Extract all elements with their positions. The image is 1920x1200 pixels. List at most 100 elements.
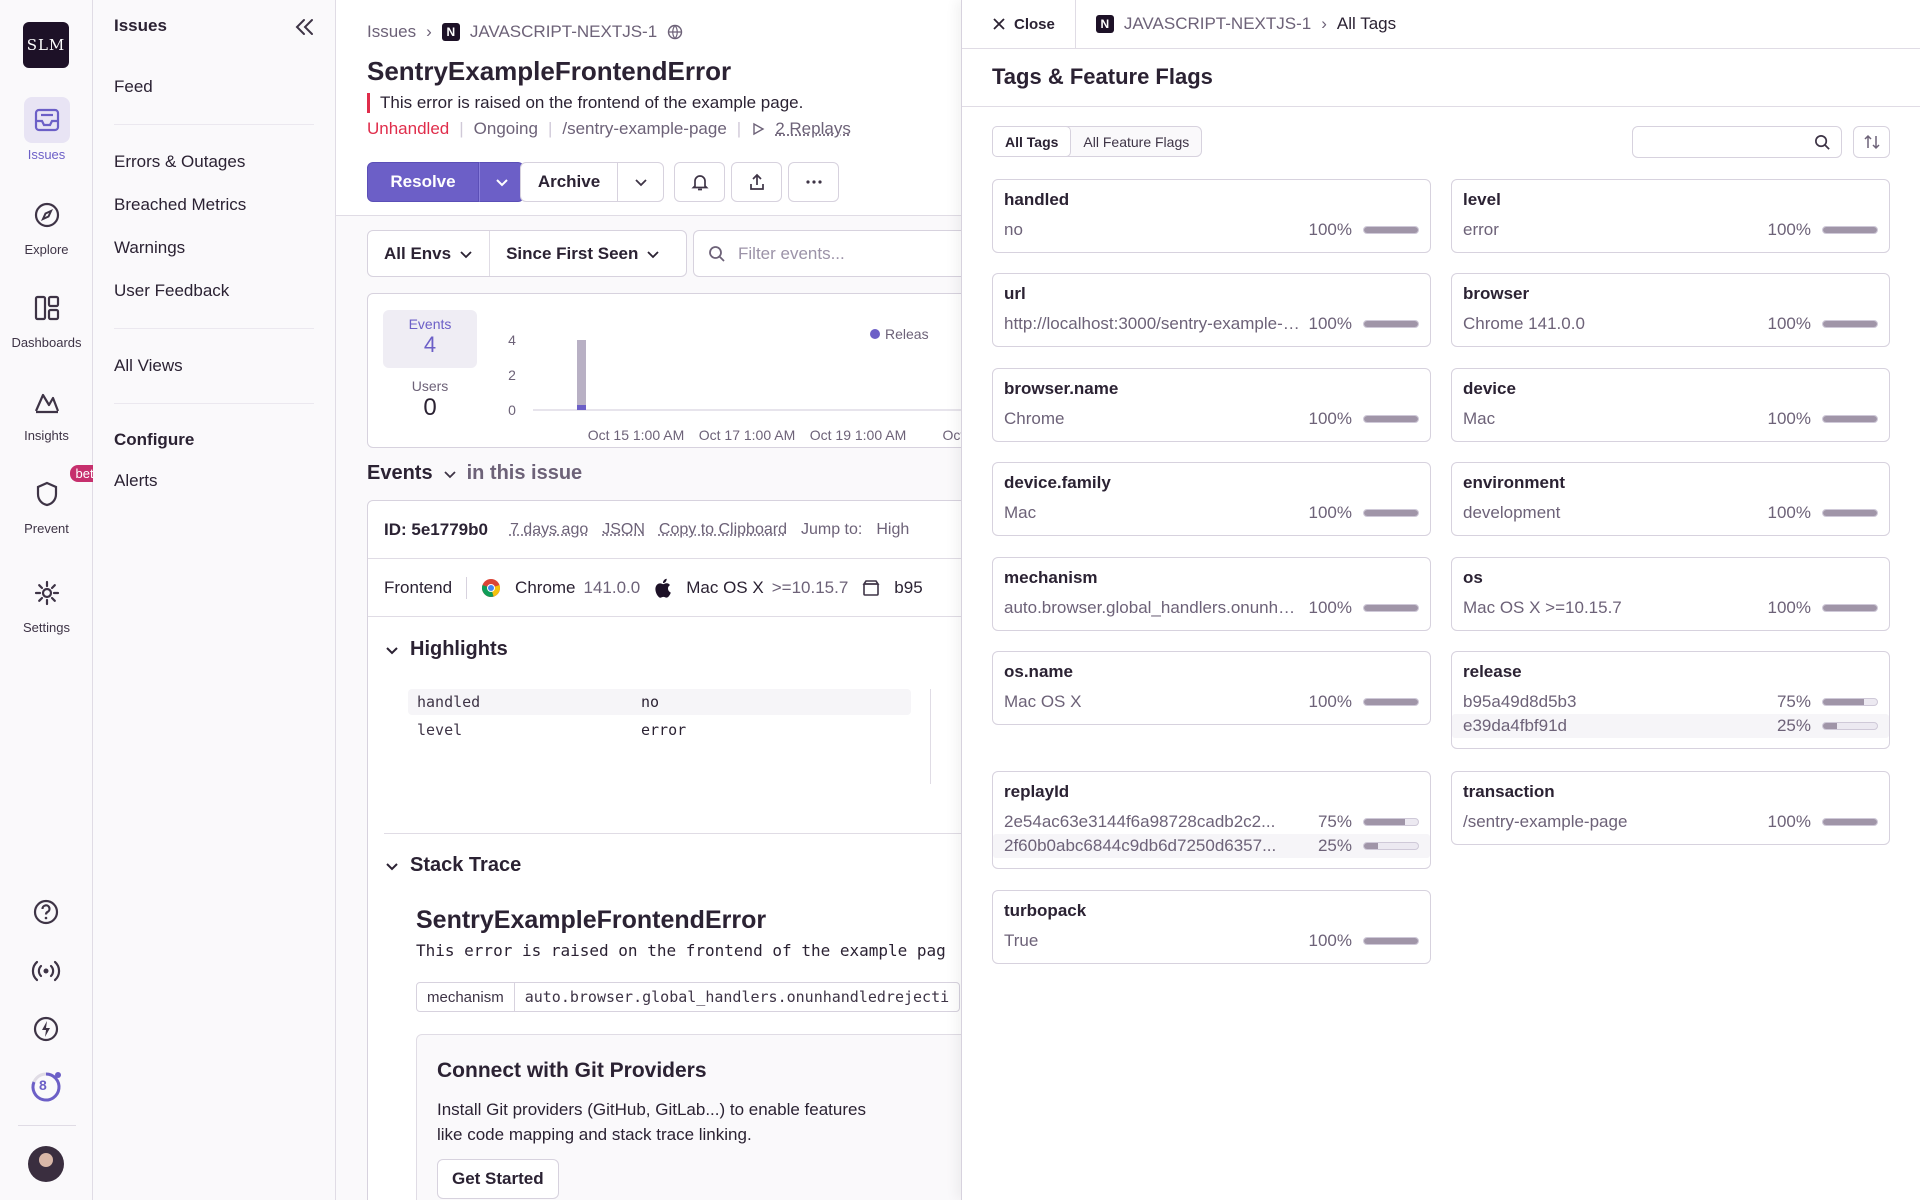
environment-selector[interactable]: All Envs	[368, 231, 489, 276]
share-button[interactable]	[731, 162, 782, 202]
stacktrace-section-toggle[interactable]: Stack Trace	[384, 854, 521, 877]
breadcrumb-project[interactable]: JAVASCRIPT-NEXTJS-1	[470, 22, 657, 42]
events-stat[interactable]: Events 4	[383, 310, 477, 368]
secnav-item-breached-metrics[interactable]: Breached Metrics	[114, 195, 246, 215]
tag-card-environment[interactable]: environment development 100%	[1451, 462, 1890, 536]
rail-item-dashboards[interactable]: Dashboards	[0, 285, 93, 350]
secnav-item-alerts[interactable]: Alerts	[114, 471, 157, 491]
rail-item-insights[interactable]: Insights	[0, 378, 93, 443]
tag-card-browser-name[interactable]: browser.name Chrome 100%	[992, 368, 1431, 442]
tag-key: device	[1463, 379, 1516, 398]
x-tick-label: Oct 21 1	[943, 427, 961, 440]
subscribe-button[interactable]	[674, 162, 725, 202]
resolve-dropdown-button[interactable]	[479, 162, 524, 202]
tag-card-device[interactable]: device Mac 100%	[1451, 368, 1890, 442]
json-link[interactable]: JSON	[602, 521, 645, 539]
secnav-item-feed[interactable]: Feed	[114, 77, 153, 97]
secnav-item-warnings[interactable]: Warnings	[114, 238, 185, 258]
jump-to-highlights[interactable]: High	[876, 521, 909, 539]
breadcrumb-issues[interactable]: Issues	[367, 22, 416, 42]
y-tick-label: 4	[508, 332, 516, 348]
tag-distribution-bar	[1363, 509, 1419, 517]
time-range-selector[interactable]: Since First Seen	[489, 231, 676, 276]
more-actions-button[interactable]	[788, 162, 839, 202]
tag-value-row[interactable]: no 100%	[993, 218, 1430, 242]
tag-distribution-bar	[1822, 604, 1878, 612]
get-started-button[interactable]: Get Started	[437, 1159, 559, 1199]
lightning-icon[interactable]	[27, 1010, 65, 1048]
users-stat[interactable]: Users 0	[383, 374, 477, 422]
tag-value: error	[1463, 220, 1499, 239]
tag-value-row[interactable]: development 100%	[1452, 501, 1889, 525]
resolve-button[interactable]: Resolve	[367, 162, 479, 202]
tag-value-row[interactable]: Chrome 100%	[993, 407, 1430, 431]
event-context-row: Frontend Chrome 141.0.0 Mac OS X >=10.15…	[368, 559, 961, 617]
rail-item-prevent[interactable]: beta Prevent	[0, 465, 107, 536]
tag-card-level[interactable]: level error 100%	[1451, 179, 1890, 253]
tag-card-turbopack[interactable]: turbopack True 100%	[992, 890, 1431, 964]
tag-card-mechanism[interactable]: mechanism auto.browser.global_handlers.on…	[992, 557, 1431, 631]
chevron-down-icon	[647, 250, 660, 258]
tag-search-input[interactable]	[1632, 126, 1842, 158]
rail-item-issues[interactable]: Issues	[0, 97, 93, 162]
drawer-title: Tags & Feature Flags	[992, 64, 1213, 89]
tag-value-row[interactable]: 2f60b0abc6844c9db6d7250d6357... 25%	[993, 834, 1430, 858]
event-age[interactable]: 7 days ago	[510, 521, 588, 539]
tag-percent: 100%	[1767, 812, 1811, 831]
nav-divider	[114, 124, 314, 125]
tag-card-release[interactable]: release b95a49d8d5b3 75% e39da4fbf91d 25%	[1451, 651, 1890, 749]
tag-value: /sentry-example-page	[1463, 812, 1628, 831]
tag-card-url[interactable]: url http://localhost:3000/sentry-example-…	[992, 273, 1431, 347]
tag-value-row[interactable]: /sentry-example-page 100%	[1452, 810, 1889, 834]
tag-value-row[interactable]: Chrome 141.0.0 100%	[1452, 312, 1889, 336]
onboarding-progress-icon[interactable]: 8	[27, 1068, 65, 1106]
help-icon[interactable]	[27, 893, 65, 931]
org-logo[interactable]: SLM	[23, 22, 69, 68]
close-drawer-button[interactable]: Close	[962, 0, 1076, 48]
copy-to-clipboard-link[interactable]: Copy to Clipboard	[659, 521, 787, 539]
event-search-input[interactable]: Filter events...	[693, 230, 961, 277]
tag-value-row[interactable]: b95a49d8d5b3 75%	[1452, 690, 1889, 714]
drawer-breadcrumb-project[interactable]: JAVASCRIPT-NEXTJS-1	[1124, 14, 1311, 34]
tag-value-row[interactable]: e39da4fbf91d 25%	[1452, 714, 1889, 738]
tag-card-os-name[interactable]: os.name Mac OS X 100%	[992, 651, 1431, 725]
tab-all-tags[interactable]: All Tags	[992, 126, 1072, 157]
tag-value-row[interactable]: auto.browser.global_handlers.onunhandled…	[993, 596, 1430, 620]
tag-distribution-fill	[1364, 843, 1378, 849]
secnav-item-all-views[interactable]: All Views	[114, 356, 183, 376]
sort-button[interactable]	[1853, 126, 1890, 158]
highlights-section-toggle[interactable]: Highlights	[384, 638, 508, 661]
users-stat-label: Users	[411, 378, 449, 394]
tag-card-transaction[interactable]: transaction/sentry-example-page 100%	[1451, 771, 1890, 845]
tag-card-replayid[interactable]: replayId 2e54ac63e3144f6a98728cadb2c2... 7…	[992, 771, 1431, 869]
events-heading[interactable]: Events	[367, 462, 433, 485]
tag-percent: 100%	[1767, 598, 1811, 617]
broadcast-icon[interactable]	[27, 952, 65, 990]
archive-dropdown-button[interactable]	[617, 162, 664, 202]
tag-value-row[interactable]: http://localhost:3000/sentry-example-pag…	[993, 312, 1430, 336]
chevron-down-icon	[634, 179, 647, 187]
secnav-item-user-feedback[interactable]: User Feedback	[114, 281, 229, 301]
tag-value-row[interactable]: Mac 100%	[1452, 407, 1889, 431]
tag-card-handled[interactable]: handled no 100%	[992, 179, 1431, 253]
rail-item-settings[interactable]: Settings	[0, 570, 93, 635]
rail-item-explore[interactable]: Explore	[0, 192, 93, 257]
tab-all-feature-flags[interactable]: All Feature Flags	[1071, 127, 1201, 156]
tag-distribution-bar	[1822, 698, 1878, 706]
secnav-item-errors-outages[interactable]: Errors & Outages	[114, 152, 245, 172]
avatar[interactable]	[28, 1146, 64, 1182]
tag-value-row[interactable]: True 100%	[993, 929, 1430, 953]
archive-button[interactable]: Archive	[520, 162, 618, 202]
tag-percent: 100%	[1308, 598, 1352, 617]
tag-value-row[interactable]: Mac OS X 100%	[993, 690, 1430, 714]
replays-link[interactable]: 2 Replays	[775, 119, 851, 139]
tag-value-row[interactable]: Mac 100%	[993, 501, 1430, 525]
collapse-sidebar-icon[interactable]	[293, 16, 317, 38]
tag-value-row[interactable]: 2e54ac63e3144f6a98728cadb2c2... 75%	[993, 810, 1430, 834]
tag-card-browser[interactable]: browser Chrome 141.0.0 100%	[1451, 273, 1890, 347]
tag-value-row[interactable]: error 100%	[1452, 218, 1889, 242]
event-chart: 4 2 0 Oct 15 1:00 AM Oct 17 1:00 AM Oct 19 1:…	[508, 326, 961, 440]
tag-card-os[interactable]: os Mac OS X >=10.15.7 100%	[1451, 557, 1890, 631]
tag-card-device-family[interactable]: device.family Mac 100%	[992, 462, 1431, 536]
tag-value-row[interactable]: Mac OS X >=10.15.7 100%	[1452, 596, 1889, 620]
